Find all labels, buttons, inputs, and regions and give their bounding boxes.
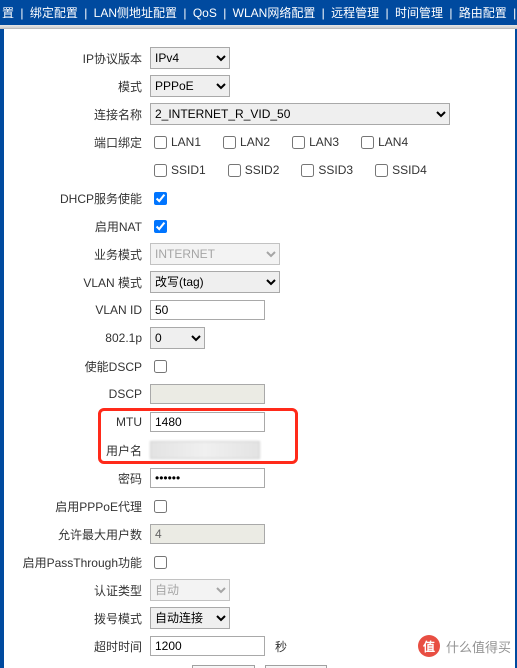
- label-pppoe-proxy: 启用PPPoE代理: [14, 498, 150, 515]
- ssid3-label: SSID3: [318, 163, 353, 177]
- ssid1-checkbox[interactable]: [154, 164, 167, 177]
- lan4-checkbox[interactable]: [361, 136, 374, 149]
- ssid4-checkbox[interactable]: [375, 164, 388, 177]
- pppoe-proxy-checkbox[interactable]: [154, 500, 167, 513]
- nat-checkbox[interactable]: [154, 220, 167, 233]
- label-username: 用户名: [14, 442, 150, 459]
- label-vlan-id: VLAN ID: [14, 303, 150, 317]
- dial-mode-select[interactable]: 自动连接: [150, 607, 230, 629]
- nav-item-7[interactable]: 路由配置: [459, 6, 507, 20]
- nav-item-1[interactable]: 绑定配置: [30, 6, 78, 20]
- lan4-label: LAN4: [378, 135, 408, 149]
- ip-version-select[interactable]: IPv4: [150, 47, 230, 69]
- label-vlan-mode: VLAN 模式: [14, 274, 150, 291]
- p8021-select[interactable]: 0: [150, 327, 205, 349]
- nav-item-0[interactable]: 置: [2, 6, 14, 20]
- service-mode-select[interactable]: INTERNET: [150, 243, 280, 265]
- conn-name-select[interactable]: 2_INTERNET_R_VID_50: [150, 103, 450, 125]
- label-timeout: 超时时间: [14, 638, 150, 655]
- lan1-checkbox[interactable]: [154, 136, 167, 149]
- ssid2-label: SSID2: [245, 163, 280, 177]
- label-port-bind: 端口绑定: [14, 134, 150, 151]
- label-service-mode: 业务模式: [14, 246, 150, 263]
- nav-sep: |: [20, 6, 23, 20]
- label-mode: 模式: [14, 78, 150, 95]
- nav-item-5[interactable]: 远程管理: [331, 6, 379, 20]
- label-auth-type: 认证类型: [14, 582, 150, 599]
- label-dhcp: DHCP服务使能: [14, 190, 150, 207]
- nav-sep: |: [183, 6, 186, 20]
- ssid2-checkbox[interactable]: [228, 164, 241, 177]
- lan3-label: LAN3: [309, 135, 339, 149]
- form-area: IP协议版本 IPv4 模式 PPPoE 连接名称 2_INTERNET_R_V…: [0, 29, 517, 668]
- label-conn-name: 连接名称: [14, 106, 150, 123]
- label-8021p: 802.1p: [14, 331, 150, 345]
- label-password: 密码: [14, 470, 150, 487]
- label-ip-version: IP协议版本: [14, 50, 150, 67]
- nav-item-2[interactable]: LAN侧地址配置: [94, 6, 177, 20]
- label-dscp-enable: 使能DSCP: [14, 358, 150, 375]
- passthrough-checkbox[interactable]: [154, 556, 167, 569]
- lan3-checkbox[interactable]: [292, 136, 305, 149]
- label-passthrough: 启用PassThrough功能: [14, 554, 150, 571]
- label-dial-mode: 拨号模式: [14, 610, 150, 627]
- vlan-id-input[interactable]: [150, 300, 265, 320]
- dhcp-checkbox[interactable]: [154, 192, 167, 205]
- dscp-input: [150, 384, 265, 404]
- nav-sep: |: [449, 6, 452, 20]
- label-nat: 启用NAT: [14, 218, 150, 235]
- label-max-users: 允许最大用户数: [14, 526, 150, 543]
- label-mtu: MTU: [14, 415, 150, 429]
- timeout-input[interactable]: [150, 636, 265, 656]
- nav-item-3[interactable]: QoS: [193, 6, 217, 20]
- lan2-checkbox[interactable]: [223, 136, 236, 149]
- nav-sep: |: [513, 6, 516, 20]
- label-dscp: DSCP: [14, 387, 150, 401]
- dscp-enable-checkbox[interactable]: [154, 360, 167, 373]
- vlan-mode-select[interactable]: 改写(tag): [150, 271, 280, 293]
- lan1-label: LAN1: [171, 135, 201, 149]
- timeout-suffix: 秒: [275, 638, 287, 655]
- password-input[interactable]: [150, 468, 265, 488]
- top-nav: 置 | 绑定配置 | LAN侧地址配置 | QoS | WLAN网络配置 | 远…: [0, 0, 517, 25]
- mode-select[interactable]: PPPoE: [150, 75, 230, 97]
- nav-sep: |: [386, 6, 389, 20]
- ssid1-label: SSID1: [171, 163, 206, 177]
- nav-sep: |: [84, 6, 87, 20]
- ssid4-label: SSID4: [392, 163, 427, 177]
- auth-type-select[interactable]: 自动: [150, 579, 230, 601]
- username-input[interactable]: [150, 441, 260, 459]
- mtu-input[interactable]: [150, 412, 265, 432]
- nav-item-6[interactable]: 时间管理: [395, 6, 443, 20]
- nav-item-4[interactable]: WLAN网络配置: [233, 6, 316, 20]
- nav-sep: |: [322, 6, 325, 20]
- max-users-input: [150, 524, 265, 544]
- ssid3-checkbox[interactable]: [301, 164, 314, 177]
- nav-sep: |: [223, 6, 226, 20]
- lan2-label: LAN2: [240, 135, 270, 149]
